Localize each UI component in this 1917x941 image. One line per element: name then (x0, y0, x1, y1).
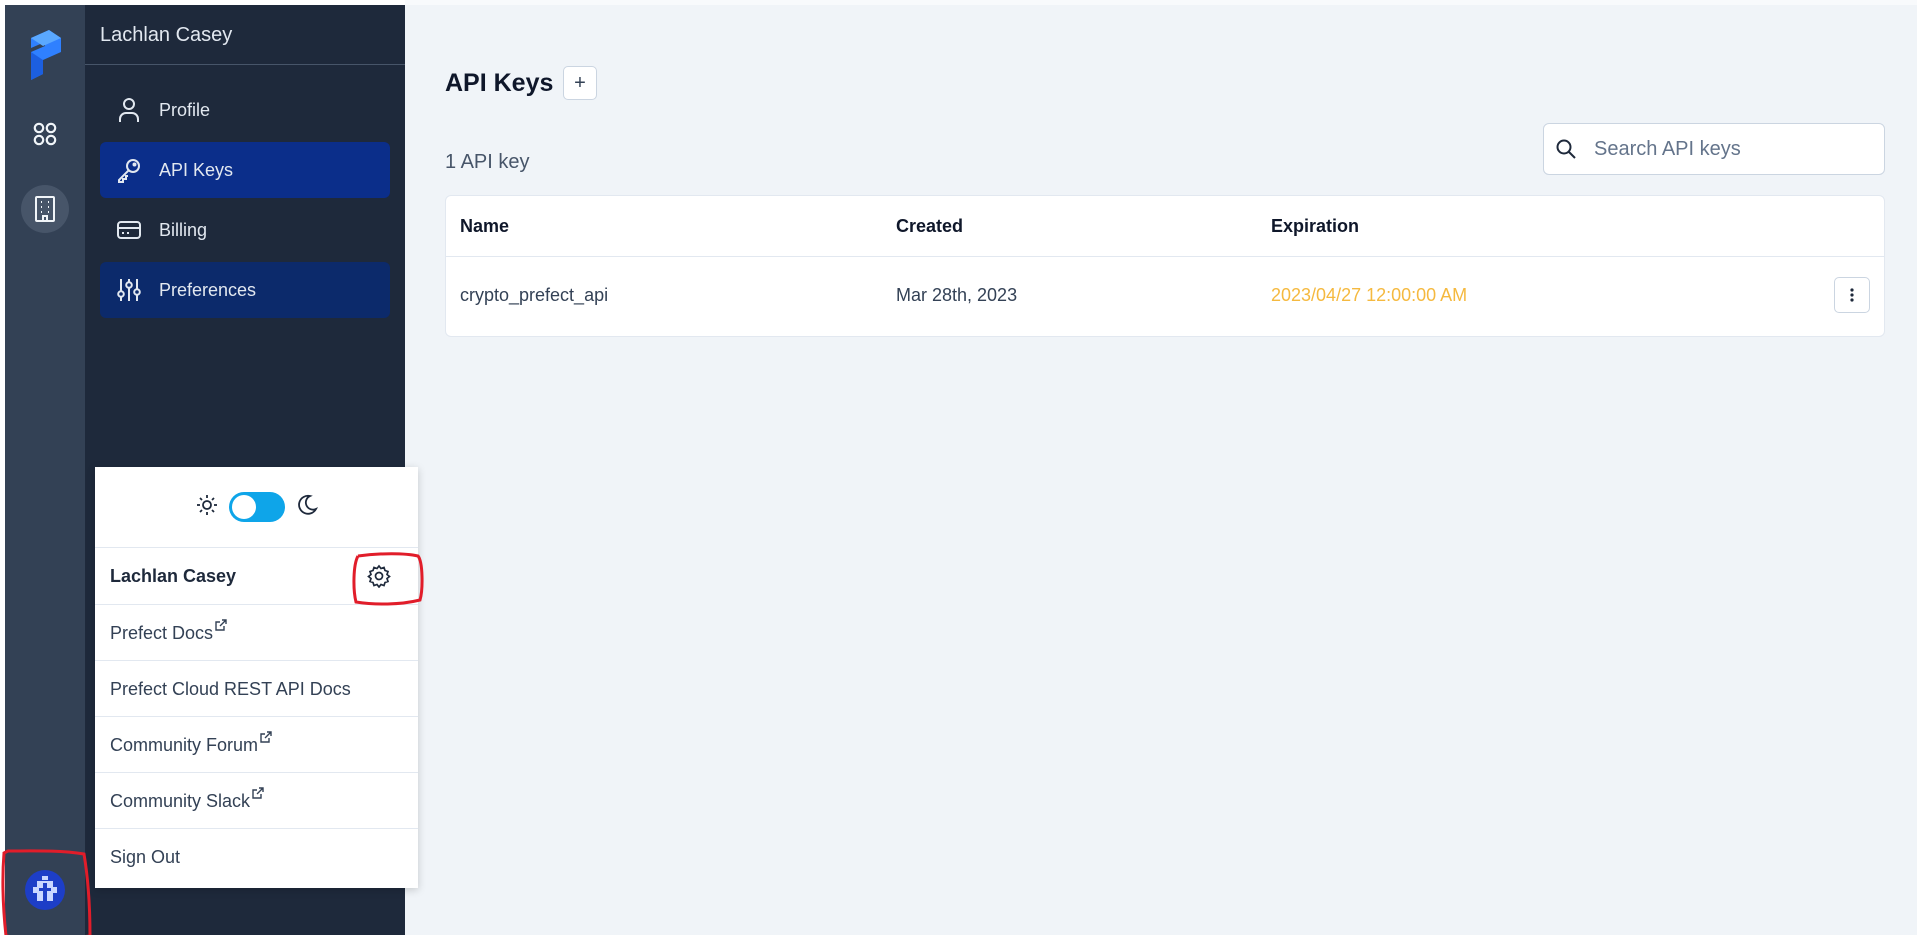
search-box (1543, 123, 1885, 175)
sidebar-nav: Profile API Keys Billing Preferences (100, 82, 390, 322)
main-content: API Keys + 1 API key Name Created Expira… (405, 5, 1917, 935)
menu-item-rest-api-docs[interactable]: Prefect Cloud REST API Docs (95, 661, 418, 717)
popup-user-name: Lachlan Casey (110, 566, 237, 586)
sidebar-item-preferences[interactable]: Preferences (100, 262, 390, 318)
user-avatar-icon[interactable] (25, 870, 65, 910)
building-icon[interactable] (21, 185, 69, 233)
gear-icon[interactable] (365, 562, 393, 590)
external-link-icon (252, 783, 264, 803)
external-link-icon (260, 727, 272, 747)
search-input[interactable] (1592, 136, 1866, 162)
theme-switcher (95, 467, 418, 548)
table-row[interactable]: crypto_prefect_api Mar 28th, 2023 2023/0… (446, 257, 1884, 337)
menu-item-label: Prefect Docs (110, 623, 214, 643)
app-rail (5, 5, 85, 935)
cell-expiration: 2023/04/27 12:00:00 AM (1271, 285, 1468, 305)
menu-item-label: Sign Out (110, 847, 181, 867)
moon-icon (295, 493, 319, 522)
account-popup-menu: Lachlan Casey Prefect Docs Prefect Cloud… (95, 467, 418, 888)
sidebar-item-api-keys[interactable]: API Keys (100, 142, 390, 198)
popup-user-row: Lachlan Casey (95, 548, 418, 605)
menu-item-prefect-docs[interactable]: Prefect Docs (95, 605, 418, 661)
menu-item-label: Community Slack (110, 791, 251, 811)
sun-icon (195, 493, 219, 522)
toggle-knob (231, 495, 256, 519)
cell-name: crypto_prefect_api (460, 285, 609, 305)
column-header-created[interactable]: Created (896, 216, 963, 237)
key-icon (115, 156, 143, 184)
api-keys-table: Name Created Expiration crypto_prefect_a… (445, 195, 1885, 337)
bottom-border (0, 935, 1917, 941)
sidebar-item-label: API Keys (159, 159, 234, 180)
sidebar-item-billing[interactable]: Billing (100, 202, 390, 258)
sidebar-item-label: Billing (159, 219, 208, 240)
column-header-name[interactable]: Name (460, 216, 509, 237)
table-header: Name Created Expiration (446, 196, 1884, 257)
search-icon (1554, 137, 1578, 161)
column-header-expiration[interactable]: Expiration (1271, 216, 1359, 237)
menu-item-community-slack[interactable]: Community Slack (95, 773, 418, 829)
cell-created: Mar 28th, 2023 (896, 285, 1018, 305)
menu-item-sign-out[interactable]: Sign Out (95, 829, 418, 885)
kebab-icon (1850, 288, 1854, 302)
app-frame: Lachlan Casey Profile API Keys Billing P… (0, 0, 1917, 941)
theme-toggle[interactable] (228, 492, 285, 522)
sidebar-item-label: Profile (159, 99, 211, 120)
person-icon (115, 96, 143, 124)
sliders-icon (115, 276, 143, 304)
external-link-icon (215, 615, 227, 635)
menu-item-community-forum[interactable]: Community Forum (95, 717, 418, 773)
page-title: API Keys (445, 69, 554, 97)
sidebar-header: Lachlan Casey (85, 5, 405, 65)
sidebar-item-label: Preferences (159, 279, 257, 300)
menu-item-label: Prefect Cloud REST API Docs (110, 679, 351, 699)
credit-card-icon (115, 216, 143, 244)
dashboard-grid-icon[interactable] (21, 110, 69, 158)
prefect-logo-icon[interactable] (27, 30, 63, 82)
sidebar-item-profile[interactable]: Profile (100, 82, 390, 138)
add-api-key-button[interactable]: + (563, 66, 597, 100)
menu-item-label: Community Forum (110, 735, 259, 755)
api-key-count: 1 API key (445, 151, 530, 173)
row-menu-button[interactable] (1834, 277, 1870, 313)
